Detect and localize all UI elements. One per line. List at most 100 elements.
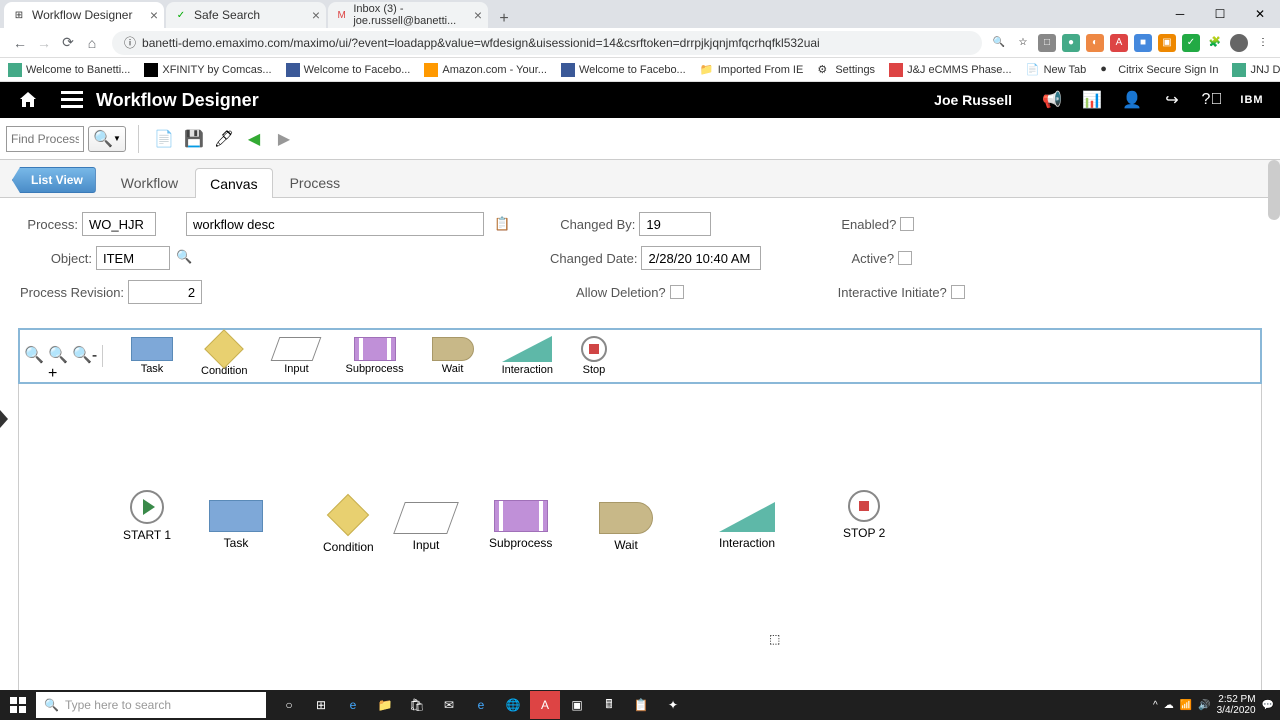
palette-wait[interactable]: Wait [432,337,474,375]
process-field[interactable] [82,212,156,236]
reports-icon[interactable]: 📊 [1080,88,1104,112]
lookup-icon[interactable]: 🔍 [176,249,194,267]
start-button[interactable] [0,690,36,720]
search-button[interactable]: 🔍▼ [88,126,126,152]
star-icon[interactable]: ☆ [1014,34,1032,52]
palette-task[interactable]: Task [131,337,173,375]
bookmark[interactable]: XFINITY by Comcas... [144,63,271,77]
palette-stop[interactable]: Stop [581,336,607,376]
tab-workflow-designer[interactable]: ⊞ Workflow Designer × [4,2,164,28]
process-desc-field[interactable] [186,212,484,236]
calc-icon[interactable]: 🖩 [594,691,624,719]
allow-deletion-checkbox[interactable] [670,285,684,299]
ie-icon[interactable]: e [466,691,496,719]
ext-icon[interactable]: ■ [1134,34,1152,52]
bookmark[interactable]: Amazon.com - Your... [424,63,547,77]
prev-icon[interactable]: ◀ [241,126,267,152]
node-input[interactable]: Input [399,502,453,552]
chrome-icon[interactable]: 🌐 [498,691,528,719]
task-view-icon[interactable]: ⊞ [306,691,336,719]
tray-clock[interactable]: 2:52 PM 3/4/2020 [1217,694,1256,716]
active-checkbox[interactable] [898,251,912,265]
bookmark[interactable]: 📄New Tab [1026,63,1087,77]
bookmark[interactable]: J&J eCMMS Phase... [889,63,1012,77]
ext-icon[interactable]: 🧩 [1206,34,1224,52]
node-task[interactable]: Task [209,500,263,550]
enabled-checkbox[interactable] [900,217,914,231]
maximize-button[interactable]: ☐ [1200,0,1240,28]
node-interaction[interactable]: Interaction [719,502,775,550]
list-view-button[interactable]: List View [12,167,96,193]
minimize-button[interactable]: ─ [1160,0,1200,28]
network-icon[interactable]: 📶 [1180,700,1192,711]
ext-icon[interactable]: □ [1038,34,1056,52]
bookmark[interactable]: JNJ Documents - G... [1232,63,1280,77]
ext-icon[interactable]: ▣ [1158,34,1176,52]
tab-inbox[interactable]: M Inbox (3) - joe.russell@banetti... × [328,2,488,28]
app-icon[interactable]: ▣ [562,691,592,719]
zoom-out-icon[interactable]: 🔍- [72,345,94,367]
app-icon[interactable]: ✦ [658,691,688,719]
close-icon[interactable]: × [312,7,320,23]
workflow-canvas[interactable]: START 1 Task Condition Input Subprocess … [18,384,1262,694]
ext-icon[interactable]: ● [1062,34,1080,52]
next-icon[interactable]: ▶ [271,126,297,152]
ext-icon[interactable]: A [1110,34,1128,52]
palette-interaction[interactable]: Interaction [502,336,553,376]
taskbar-search[interactable]: 🔍 Type here to search [36,692,266,718]
clear-icon[interactable]: 🖊 [211,126,237,152]
menu-icon[interactable]: ⋮ [1254,34,1272,52]
onedrive-icon[interactable]: ☁ [1164,700,1174,711]
url-field[interactable]: ⓘ banetti-demo.emaximo.com/maximo/ui/?ev… [112,31,982,55]
profile-avatar[interactable] [1230,34,1248,52]
tab-workflow[interactable]: Workflow [106,167,193,197]
close-icon[interactable]: × [150,7,158,23]
store-icon[interactable]: 🛍 [402,691,432,719]
back-button[interactable]: ← [8,31,32,55]
find-process-input[interactable] [6,126,84,152]
palette-condition[interactable]: Condition [201,335,247,377]
zoom-icon[interactable]: 🔍 [990,34,1008,52]
node-condition[interactable]: Condition [323,500,374,554]
tab-canvas[interactable]: Canvas [195,168,272,198]
bookmark[interactable]: Welcome to Facebo... [286,63,411,77]
object-field[interactable] [96,246,170,270]
bookmark[interactable]: Welcome to Facebo... [561,63,686,77]
app-icon[interactable]: 📋 [626,691,656,719]
close-icon[interactable]: × [474,7,482,23]
node-subprocess[interactable]: Subprocess [489,500,552,550]
new-icon[interactable]: 📄 [151,126,177,152]
home-button[interactable]: ⌂ [80,31,104,55]
acrobat-icon[interactable]: A [530,691,560,719]
edge-icon[interactable]: e [338,691,368,719]
volume-icon[interactable]: 🔊 [1198,700,1210,711]
tab-safe-search[interactable]: ✓ Safe Search × [166,2,326,28]
zoom-in-icon[interactable]: 🔍+ [48,345,70,367]
profile-icon[interactable]: 👤 [1120,88,1144,112]
menu-icon[interactable] [60,88,84,112]
tab-process[interactable]: Process [275,167,356,197]
save-icon[interactable]: 💾 [181,126,207,152]
palette-input[interactable]: Input [275,337,317,375]
explorer-icon[interactable]: 📁 [370,691,400,719]
detail-icon[interactable]: 📋 [494,216,510,232]
help-icon[interactable]: ?⃝ [1200,88,1224,112]
node-wait[interactable]: Wait [599,502,653,552]
scrollbar-thumb[interactable] [1268,160,1280,220]
reload-button[interactable]: ⟳ [56,31,80,55]
new-tab-button[interactable]: + [490,10,518,28]
home-icon[interactable] [16,88,40,112]
tray-chevron-icon[interactable]: ^ [1153,700,1158,711]
ext-icon[interactable]: ✓ [1182,34,1200,52]
ext-icon[interactable]: ◐ [1086,34,1104,52]
palette-subprocess[interactable]: Subprocess [345,337,403,375]
close-window-button[interactable]: ✕ [1240,0,1280,28]
bookmark[interactable]: Welcome to Banetti... [8,63,130,77]
node-start[interactable]: START 1 [123,490,171,542]
bookmark[interactable]: 📁Imported From IE [700,63,804,77]
zoom-actual-icon[interactable]: 🔍 [24,345,46,367]
mail-icon[interactable]: ✉ [434,691,464,719]
logout-icon[interactable]: ↪ [1160,88,1184,112]
side-panel-handle[interactable] [0,410,8,428]
cortana-icon[interactable]: ○ [274,691,304,719]
